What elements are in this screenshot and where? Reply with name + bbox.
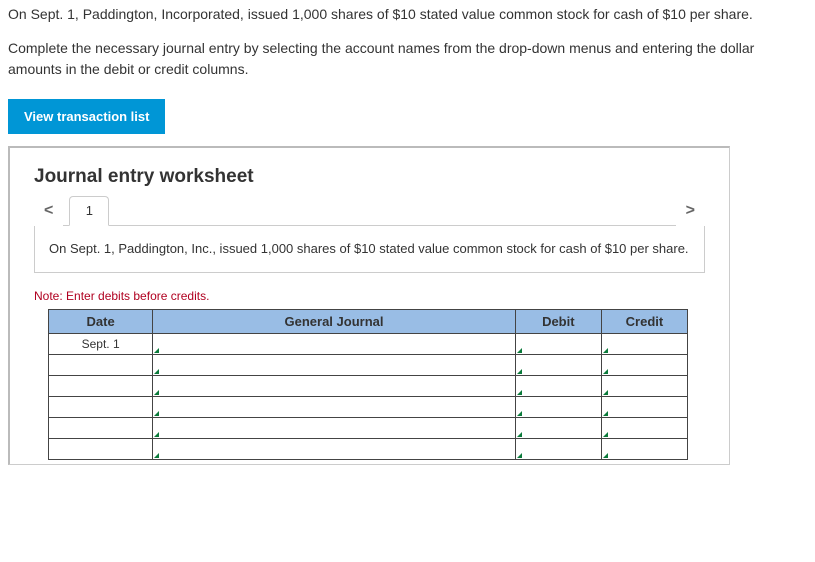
account-dropdown[interactable]: [153, 418, 516, 439]
table-row: [49, 355, 688, 376]
debit-cell[interactable]: [515, 334, 601, 355]
chevron-right-icon[interactable]: >: [676, 196, 705, 226]
credit-cell[interactable]: [601, 376, 687, 397]
journal-worksheet-panel: Journal entry worksheet < 1 > On Sept. 1…: [8, 146, 730, 465]
debit-cell[interactable]: [515, 397, 601, 418]
credit-cell[interactable]: [601, 334, 687, 355]
debit-cell[interactable]: [515, 439, 601, 460]
worksheet-title: Journal entry worksheet: [34, 166, 705, 188]
note-debits-before-credits: Note: Enter debits before credits.: [34, 289, 705, 303]
account-dropdown[interactable]: [153, 439, 516, 460]
debit-cell[interactable]: [515, 418, 601, 439]
header-date: Date: [49, 310, 153, 334]
credit-cell[interactable]: [601, 355, 687, 376]
date-cell[interactable]: [49, 376, 153, 397]
account-dropdown[interactable]: [153, 334, 516, 355]
view-transaction-list-button[interactable]: View transaction list: [8, 99, 165, 134]
table-row: Sept. 1: [49, 334, 688, 355]
table-row: [49, 439, 688, 460]
table-row: [49, 376, 688, 397]
table-row: [49, 418, 688, 439]
table-row: [49, 397, 688, 418]
account-dropdown[interactable]: [153, 397, 516, 418]
journal-entry-table: Date General Journal Debit Credit Sept. …: [48, 309, 688, 460]
account-dropdown[interactable]: [153, 376, 516, 397]
credit-cell[interactable]: [601, 439, 687, 460]
header-credit: Credit: [601, 310, 687, 334]
debit-cell[interactable]: [515, 355, 601, 376]
date-cell[interactable]: [49, 397, 153, 418]
date-cell[interactable]: [49, 439, 153, 460]
header-general-journal: General Journal: [153, 310, 516, 334]
problem-paragraph-1: On Sept. 1, Paddington, Incorporated, is…: [8, 4, 807, 24]
credit-cell[interactable]: [601, 397, 687, 418]
date-cell[interactable]: [49, 418, 153, 439]
date-cell[interactable]: Sept. 1: [49, 334, 153, 355]
account-dropdown[interactable]: [153, 355, 516, 376]
credit-cell[interactable]: [601, 418, 687, 439]
tab-1[interactable]: 1: [69, 196, 109, 226]
transaction-description: On Sept. 1, Paddington, Inc., issued 1,0…: [34, 226, 705, 273]
debit-cell[interactable]: [515, 376, 601, 397]
date-cell[interactable]: [49, 355, 153, 376]
header-debit: Debit: [515, 310, 601, 334]
problem-paragraph-2: Complete the necessary journal entry by …: [8, 38, 807, 79]
chevron-left-icon[interactable]: <: [34, 196, 63, 226]
